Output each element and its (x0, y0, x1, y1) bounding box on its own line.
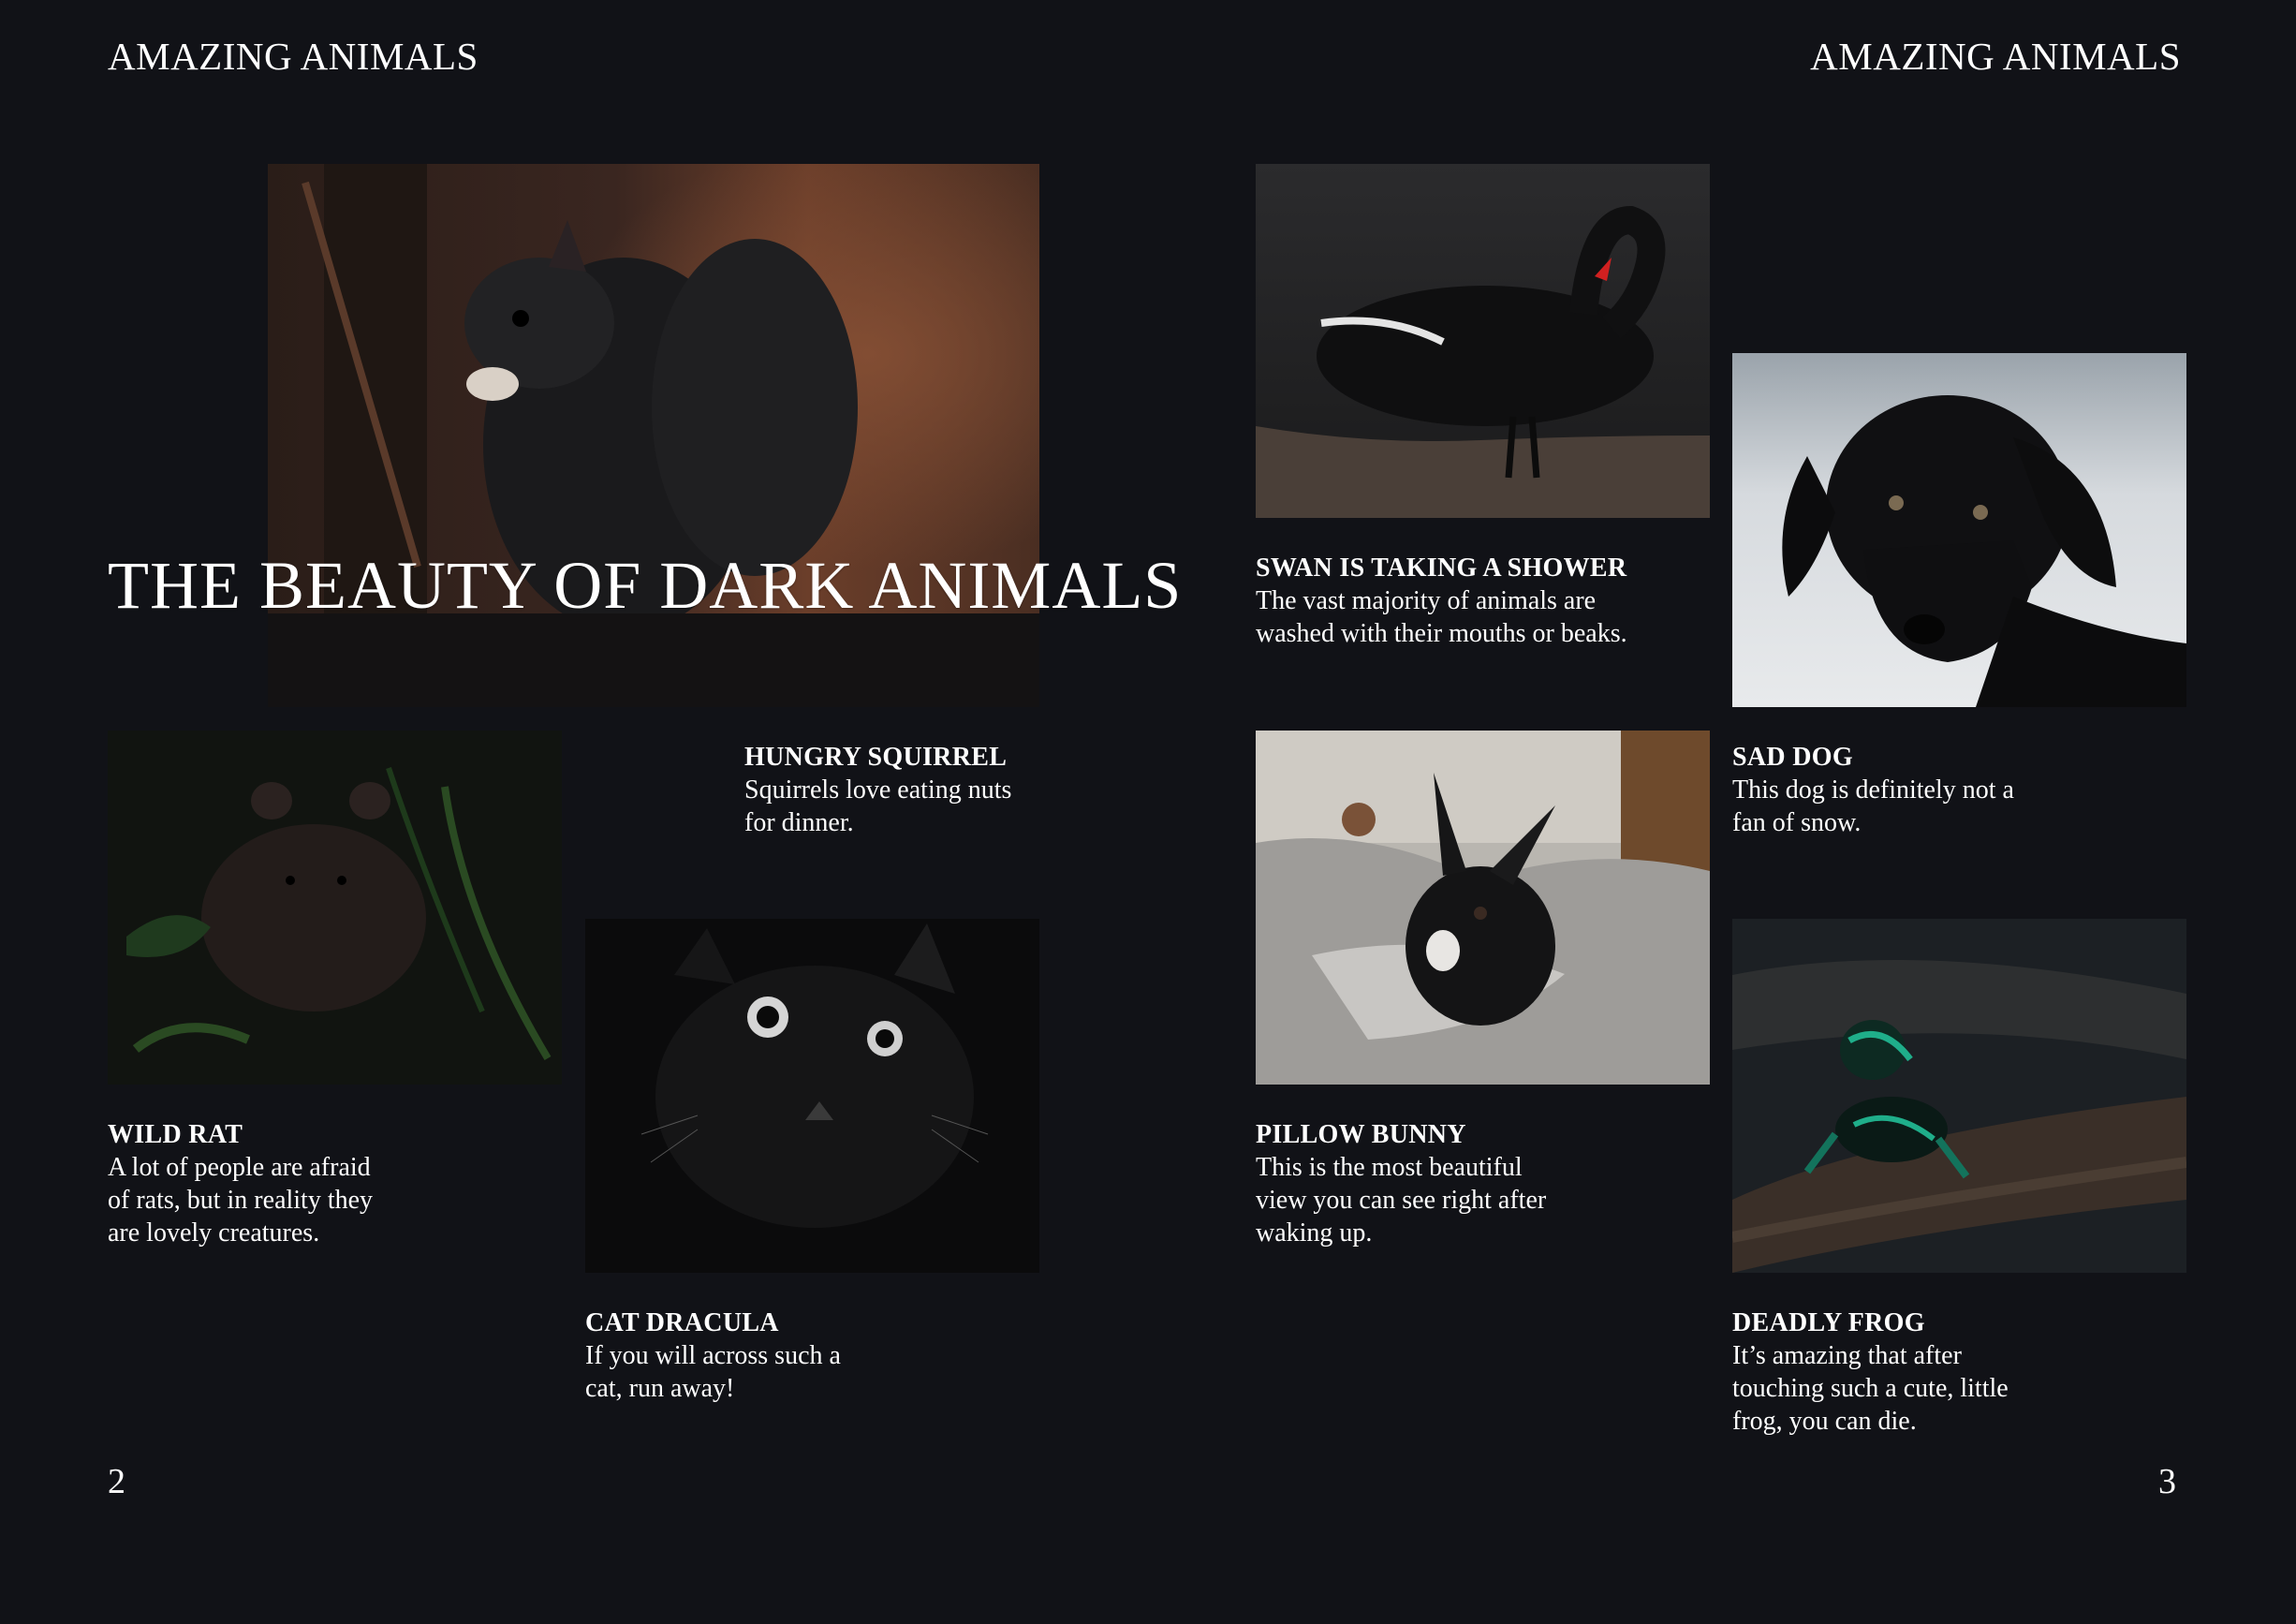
squirrel-caption-text: Squirrels love eating nuts for dinner. (744, 775, 1012, 837)
squirrel-caption-title: HUNGRY SQUIRREL (744, 743, 1008, 772)
squirrel-caption: HUNGRY SQUIRREL Squirrels love eating nu… (744, 741, 1250, 839)
rat-caption: WILD RAT A lot of people are afraid of r… (108, 1118, 613, 1249)
running-header-left: AMAZING ANIMALS (108, 35, 478, 78)
swan-caption-text: The vast majority of animals are washed … (1256, 586, 1627, 648)
bunny-caption-text: This is the most beautiful view you can … (1256, 1153, 1547, 1248)
frog-caption-title: DEADLY FROG (1732, 1308, 1925, 1337)
rat-caption-title: WILD RAT (108, 1120, 243, 1149)
swan-caption: SWAN IS TAKING A SHOWER The vast majorit… (1256, 552, 1761, 650)
dog-caption: SAD DOG This dog is definitely not a fan… (1732, 741, 2238, 839)
frog-caption-text: It’s amazing that after touching such a … (1732, 1341, 2009, 1436)
bunny-caption-title: PILLOW BUNNY (1256, 1120, 1466, 1149)
page-number-right: 3 (2158, 1462, 2176, 1501)
rat-photo (108, 731, 562, 1085)
dog-photo (1732, 353, 2186, 707)
frog-caption: DEADLY FROG It’s amazing that after touc… (1732, 1307, 2238, 1438)
dog-caption-title: SAD DOG (1732, 743, 1853, 772)
swan-photo (1256, 164, 1710, 518)
bunny-caption: PILLOW BUNNY This is the most beautiful … (1256, 1118, 1761, 1249)
swan-caption-title: SWAN IS TAKING A SHOWER (1256, 554, 1627, 583)
dog-caption-text: This dog is definitely not a fan of snow… (1732, 775, 2014, 837)
cat-caption-text: If you will across such a cat, run away! (585, 1341, 841, 1403)
bunny-photo (1256, 731, 1710, 1085)
page-number-left: 2 (108, 1462, 125, 1501)
page-title: THE BEAUTY OF DARK ANIMALS (108, 548, 1183, 623)
cat-photo (585, 919, 1039, 1273)
cat-caption-title: CAT DRACULA (585, 1308, 779, 1337)
cat-caption: CAT DRACULA If you will across such a ca… (585, 1307, 1091, 1405)
rat-caption-text: A lot of people are afraid of rats, but … (108, 1153, 374, 1248)
frog-photo (1732, 919, 2186, 1273)
running-header-right: AMAZING ANIMALS (1810, 35, 2181, 78)
